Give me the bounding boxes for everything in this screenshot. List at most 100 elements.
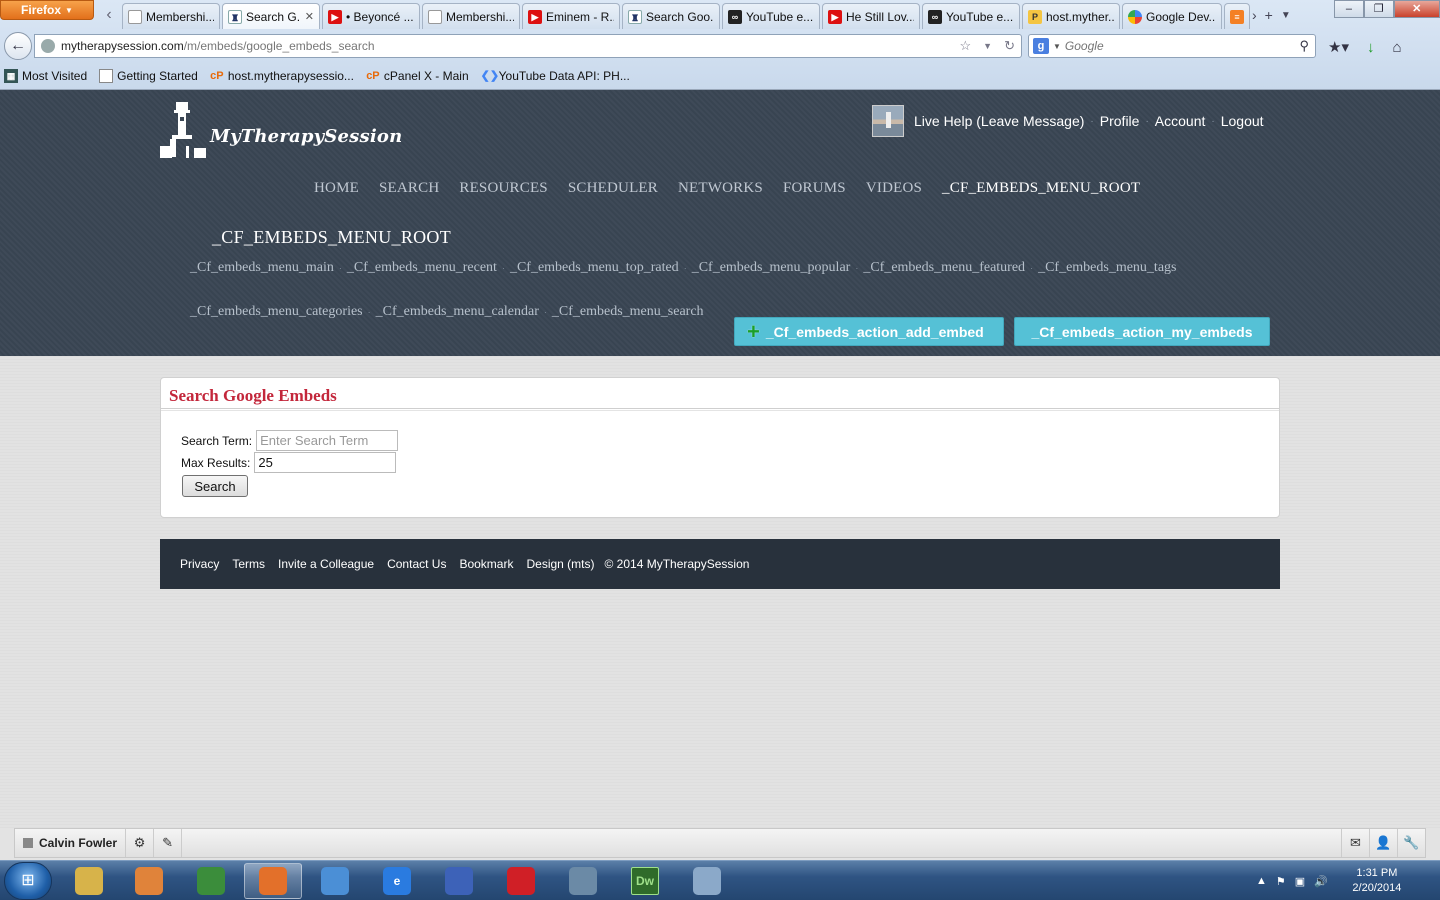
search-magnifier-icon[interactable]: ⚲ [1299, 38, 1315, 54]
userbar-link[interactable]: Account [1155, 113, 1206, 129]
browser-tab[interactable]: ♜ Search Goo... [622, 3, 720, 29]
avatar[interactable] [872, 105, 904, 137]
wrench-icon[interactable]: 🔧 [1397, 829, 1425, 857]
footer-link[interactable]: Design (mts) [526, 557, 594, 571]
start-button[interactable]: ⊞ [4, 862, 52, 900]
taskbar-app[interactable] [244, 863, 302, 899]
site-logo[interactable]: MyTherapySession [160, 100, 402, 162]
engine-dropdown-icon[interactable]: ▼ [1053, 42, 1061, 51]
nav-item[interactable]: RESOURCES [449, 180, 558, 197]
nav-item[interactable]: _CF_EMBEDS_MENU_ROOT [932, 180, 1150, 197]
bookmark-item[interactable]: ▦ Most Visited [4, 69, 87, 83]
submenu-entry: _Cf_embeds_menu_recent · [347, 258, 510, 278]
submenu-item[interactable]: _Cf_embeds_menu_featured [863, 258, 1025, 278]
home-icon[interactable]: ⌂ [1392, 39, 1401, 56]
list-all-tabs-icon[interactable]: ▼ [1281, 10, 1291, 21]
browser-tab[interactable]: ♜ Search G... ✕ [222, 3, 320, 29]
url-text[interactable]: mytherapysession.com/m/embeds/google_emb… [61, 39, 954, 53]
nav-item[interactable]: SEARCH [369, 180, 449, 197]
submenu-item[interactable]: _Cf_embeds_menu_popular [692, 258, 851, 278]
taskbar-app[interactable] [554, 863, 612, 899]
reload-icon[interactable]: ↻ [1004, 38, 1021, 54]
maximize-icon[interactable]: ❐ [1363, 0, 1394, 18]
taskbar-app[interactable] [120, 863, 178, 899]
browser-tab[interactable]: ∞ YouTube e... [722, 3, 820, 29]
taskbar-app[interactable]: e [368, 863, 426, 899]
taskbar-app[interactable] [306, 863, 364, 899]
submenu-item[interactable]: _Cf_embeds_menu_recent [347, 258, 497, 278]
max-results-input[interactable] [254, 452, 397, 473]
taskbar-app[interactable] [678, 863, 736, 899]
bookmark-item[interactable]: cP host.mytherapysessio... [210, 69, 354, 83]
tab-scroll-right-icon[interactable]: › [1252, 7, 1257, 23]
show-hidden-icons-icon[interactable]: ▲ [1256, 875, 1267, 888]
taskbar-app[interactable] [60, 863, 118, 899]
footer-link[interactable]: Bookmark [459, 557, 513, 571]
submenu-item[interactable]: _Cf_embeds_menu_tags [1038, 258, 1176, 278]
taskbar-app[interactable]: Dw [616, 863, 674, 899]
footer-link[interactable]: Invite a Colleague [278, 557, 374, 571]
browser-tab[interactable]: ▶ Eminem - R... [522, 3, 620, 29]
nav-item[interactable]: HOME [304, 180, 369, 197]
bookmark-star-icon[interactable]: ☆ [960, 38, 978, 54]
nav-item[interactable]: SCHEDULER [558, 180, 668, 197]
phpmyadmin-icon: P [1028, 9, 1042, 24]
userbar-link[interactable]: Logout [1221, 113, 1264, 129]
minimize-icon[interactable]: – [1334, 0, 1364, 18]
url-history-dropdown-icon[interactable]: ▼ [983, 41, 998, 51]
browser-search-input[interactable] [1064, 39, 1296, 53]
browser-tab[interactable]: Google Dev... [1122, 3, 1222, 29]
browser-tab[interactable]: Phost.myther... [1022, 3, 1120, 29]
new-tab-icon[interactable]: + [1265, 7, 1273, 23]
close-window-icon[interactable]: ✕ [1393, 0, 1440, 18]
submenu-item[interactable]: _Cf_embeds_menu_main [190, 258, 334, 278]
downloads-icon[interactable]: ↓ [1367, 39, 1375, 56]
browser-search-bar[interactable]: g ▼ ⚲ [1028, 34, 1316, 58]
submenu-item[interactable]: _Cf_embeds_menu_calendar [376, 302, 539, 322]
browser-tab[interactable]: Membershi... [122, 3, 220, 29]
search-button[interactable]: Search [182, 475, 248, 497]
browser-tab-partial[interactable]: ≡ [1224, 3, 1250, 29]
volume-icon[interactable]: 🔊 [1314, 875, 1328, 888]
action-center-flag-icon[interactable]: ⚑ [1276, 875, 1286, 888]
google-engine-icon[interactable]: g [1033, 38, 1049, 54]
taskbar-app[interactable] [430, 863, 488, 899]
footer-link[interactable]: Privacy [180, 557, 219, 571]
network-icon[interactable]: ▣ [1295, 875, 1305, 888]
submenu-item[interactable]: _Cf_embeds_menu_categories [190, 302, 363, 322]
browser-tab[interactable]: ∞ YouTube e... [922, 3, 1020, 29]
url-bar[interactable]: mytherapysession.com/m/embeds/google_emb… [34, 34, 1022, 58]
bookmarks-menu-icon[interactable]: ★▾ [1328, 38, 1349, 56]
bookmark-item[interactable]: cP cPanel X - Main [366, 69, 468, 83]
tab-scroll-left-icon[interactable]: ‹ [100, 5, 118, 25]
add-embed-button[interactable]: + _Cf_embeds_action_add_embed [734, 317, 1004, 346]
clock[interactable]: 1:31 PM 2/20/2014 [1342, 866, 1412, 896]
nav-item[interactable]: VIDEOS [856, 180, 932, 197]
browser-tab[interactable]: ▶ • Beyoncé ... [322, 3, 420, 29]
footer-link[interactable]: Terms [232, 557, 265, 571]
gear-icon[interactable]: ⚙ [126, 829, 155, 857]
user-icon[interactable]: 👤 [1369, 829, 1397, 857]
taskbar-app[interactable] [182, 863, 240, 899]
my-embeds-button[interactable]: _Cf_embeds_action_my_embeds [1014, 317, 1270, 346]
nav-item[interactable]: NETWORKS [668, 180, 773, 197]
close-tab-icon[interactable]: ✕ [305, 10, 314, 23]
userbar-link[interactable]: Live Help (Leave Message) [914, 113, 1084, 129]
firefox-menu-button[interactable]: Firefox ▼ [0, 0, 94, 20]
back-button[interactable]: ← [4, 32, 32, 60]
mail-icon[interactable]: ✉ [1341, 829, 1369, 857]
nav-item[interactable]: FORUMS [773, 180, 856, 197]
taskbar-app[interactable] [492, 863, 550, 899]
bookmark-item[interactable]: Getting Started [99, 69, 198, 83]
compose-icon[interactable]: ✎ [154, 829, 183, 857]
browser-tab[interactable]: Membershi... [422, 3, 520, 29]
bookmark-item[interactable]: ❮❯ YouTube Data API: PH... [481, 69, 630, 83]
search-term-input[interactable] [256, 430, 399, 451]
chat-user[interactable]: Calvin Fowler [15, 829, 127, 857]
submenu-item[interactable]: _Cf_embeds_menu_top_rated [510, 258, 679, 278]
submenu-item[interactable]: _Cf_embeds_menu_search [552, 302, 704, 322]
browser-tab[interactable]: ▶ He Still Lov... [822, 3, 920, 29]
site-identity-icon[interactable] [41, 39, 55, 53]
userbar-link[interactable]: Profile [1100, 113, 1140, 129]
footer-link[interactable]: Contact Us [387, 557, 446, 571]
